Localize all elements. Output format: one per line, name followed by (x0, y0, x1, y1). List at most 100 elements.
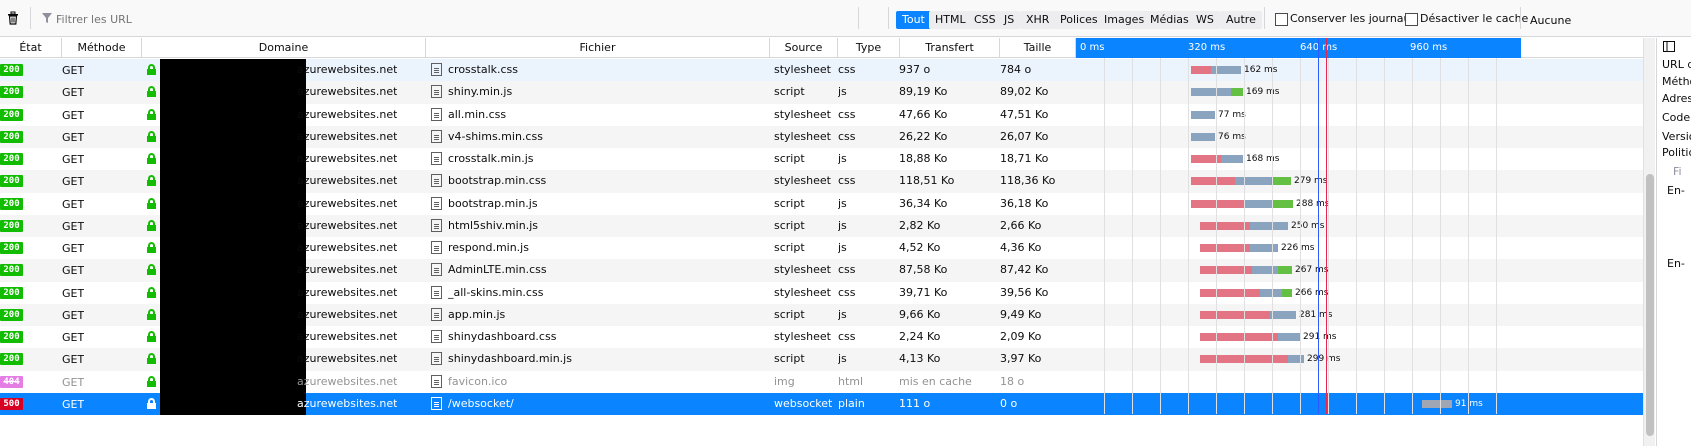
waterfall-header[interactable]: 0 ms 320 ms 640 ms 960 ms (1076, 38, 1521, 58)
waterfall-gridline (1356, 58, 1357, 414)
filter-chip-all[interactable]: Tout (896, 11, 931, 29)
request-transferred: 2,24 Ko (899, 330, 941, 343)
request-headers-section[interactable]: En- (1667, 257, 1691, 270)
request-row[interactable]: 404 GET azurewebsites.net favicon.ico img htm… (0, 370, 1643, 393)
filter-chip-js[interactable]: JS (998, 11, 1021, 29)
timing-segment (1422, 399, 1452, 408)
timing-segment (1278, 333, 1300, 341)
request-row[interactable]: 200 GET azurewebsites.net AdminLTE.min.css s… (0, 259, 1643, 282)
request-row[interactable]: 200 GET azurewebsites.net respond.min.js scr… (0, 237, 1643, 260)
request-method: GET (62, 264, 85, 278)
column-header-size[interactable]: Taille (1000, 38, 1076, 58)
request-cause: script (774, 218, 805, 232)
disable-cache-checkbox[interactable] (1405, 13, 1418, 26)
waterfall-gridline (1468, 58, 1469, 414)
toolbar-separator (1264, 7, 1265, 29)
request-domain: azurewebsites.net (297, 152, 398, 165)
column-header-domain[interactable]: Domaine (142, 38, 426, 58)
request-method: GET (62, 286, 85, 300)
request-transferred: 18,88 Ko (899, 152, 948, 165)
status-badge: 200 (0, 353, 23, 366)
column-header-status[interactable]: État (0, 38, 62, 58)
request-size: 2,66 Ko (1000, 218, 1042, 232)
timing-label: 226 ms (1281, 243, 1315, 253)
request-row[interactable]: 200 GET azurewebsites.net bootstrap.min.css… (0, 170, 1643, 193)
request-transferred: 89,19 Ko (899, 85, 948, 99)
timing-bar (1191, 88, 1243, 97)
trash-icon[interactable] (6, 11, 20, 25)
redacted-block (160, 237, 306, 260)
timing-label: 76 ms (1218, 131, 1246, 142)
request-file: shinydashboard.css (448, 330, 557, 343)
request-list-scrollbar[interactable] (1643, 38, 1655, 446)
file-icon (431, 129, 442, 143)
request-size: 36,18 Ko (1000, 196, 1049, 210)
toolbar-separator (888, 7, 889, 29)
request-size: 3,97 Ko (1000, 352, 1042, 366)
timing-segment (1271, 177, 1291, 186)
column-header-file[interactable]: Fichier (426, 38, 770, 58)
redacted-block (160, 392, 306, 415)
filter-chip-images[interactable]: Images (1098, 11, 1151, 29)
request-row[interactable]: 200 GET azurewebsites.net all.min.css styles… (0, 103, 1643, 126)
timing-segment (1200, 244, 1250, 252)
request-row[interactable]: 200 GET azurewebsites.net crosstalk.css styl… (0, 59, 1643, 82)
request-row[interactable]: 200 GET azurewebsites.net bootstrap.min.js s… (0, 192, 1643, 215)
request-row[interactable]: 200 GET azurewebsites.net shiny.min.js scrip… (0, 81, 1643, 104)
details-status-code-label: Code (1662, 111, 1691, 124)
toolbar-separator (858, 7, 859, 29)
request-domain: azurewebsites.net (297, 196, 398, 210)
request-method: GET (62, 397, 85, 411)
request-size: 784 o (1000, 63, 1032, 76)
request-row[interactable]: 200 GET azurewebsites.net html5shiv.min.js s… (0, 214, 1643, 237)
throttling-select[interactable]: Aucune (1530, 14, 1571, 27)
scrollbar-thumb[interactable] (1646, 174, 1654, 436)
request-size: 39,56 Ko (1000, 285, 1049, 299)
request-type: js (838, 241, 847, 254)
timing-segment (1245, 199, 1273, 208)
timing-segment (1221, 155, 1243, 163)
request-type: js (838, 152, 847, 165)
redacted-block (160, 81, 306, 104)
request-type: css (838, 285, 856, 299)
filter-chip-html[interactable]: HTML (929, 11, 972, 29)
file-icon (431, 85, 442, 99)
url-filter-input[interactable] (56, 9, 856, 29)
request-row[interactable]: 200 GET azurewebsites.net shinydashboard.cs… (0, 326, 1643, 349)
request-method: GET (62, 197, 85, 211)
response-headers-section[interactable]: En- (1667, 184, 1691, 197)
load-marker (1326, 38, 1327, 414)
column-header-method[interactable]: Méthode (62, 38, 142, 58)
column-header-type[interactable]: Type (838, 38, 900, 58)
request-size: 18,71 Ko (1000, 152, 1049, 165)
panel-toggle-icon[interactable] (1663, 41, 1675, 52)
request-cause: stylesheet (774, 129, 831, 143)
filter-chip-fonts[interactable]: Polices (1054, 11, 1104, 29)
lock-icon (147, 264, 156, 276)
filter-chip-other[interactable]: Autre (1220, 11, 1262, 29)
timing-label: 291 ms (1303, 332, 1337, 342)
details-policy-label: Politic (1662, 146, 1691, 159)
request-row[interactable]: 200 GET azurewebsites.net app.min.js script j… (0, 303, 1643, 326)
filter-chip-xhr[interactable]: XHR (1020, 11, 1056, 29)
status-badge: 200 (0, 64, 23, 76)
filter-chip-media[interactable]: Médias (1144, 11, 1195, 29)
request-row[interactable]: 200 GET azurewebsites.net shinydashboard.mi… (0, 348, 1643, 371)
request-row[interactable]: 200 GET azurewebsites.net v4-shims.min.css s… (0, 125, 1643, 148)
request-type: js (838, 218, 847, 232)
status-badge: 200 (0, 108, 23, 121)
persist-logs-checkbox[interactable] (1275, 13, 1288, 26)
request-row[interactable]: 500 GET azurewebsites.net/websocket/websoc… (0, 392, 1643, 415)
lock-icon (147, 375, 156, 387)
column-header-transferred[interactable]: Transfert (900, 38, 1000, 58)
filter-chip-ws[interactable]: WS (1190, 11, 1220, 29)
request-file: v4-shims.min.css (448, 129, 543, 143)
headers-filter-input[interactable]: Fi (1673, 165, 1691, 178)
request-row[interactable]: 200 GET azurewebsites.net _all-skins.min.cs… (0, 281, 1643, 304)
column-header-cause[interactable]: Source (770, 38, 838, 58)
request-row[interactable]: 200 GET azurewebsites.net crosstalk.min.js s… (0, 148, 1643, 171)
timing-segment (1191, 66, 1211, 74)
status-badge: 200 (0, 130, 23, 143)
request-transferred: 9,66 Ko (899, 307, 941, 321)
filter-chip-css[interactable]: CSS (968, 11, 1002, 29)
